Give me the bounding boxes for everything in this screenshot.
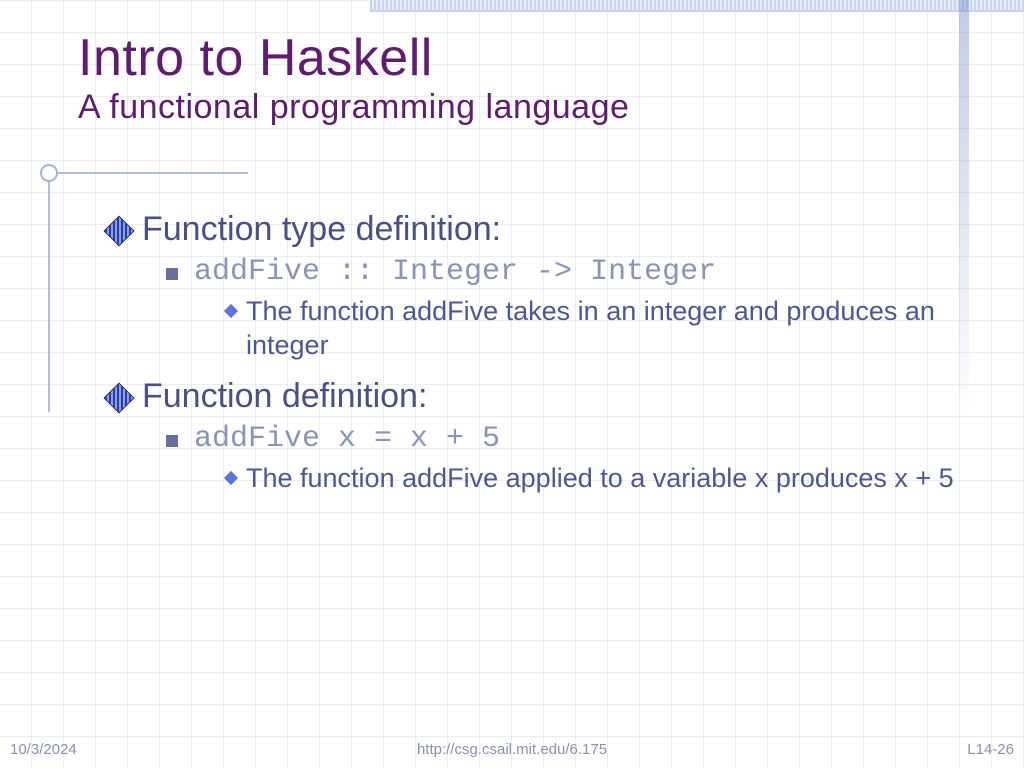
footer-date: 10/3/2024 [10,741,77,758]
bullet-level3: The function addFive takes in an integer… [226,295,964,363]
slide-footer: 10/3/2024 http://csg.csail.mit.edu/6.175… [10,741,1014,758]
bullet-text: The function addFive applied to a variab… [246,462,954,496]
bullet-level2: addFive x = x + 5 [166,422,964,456]
mini-diamond-icon [224,470,238,484]
square-bullet-icon [166,268,178,280]
slide-subtitle: A functional programming language [78,88,629,127]
footer-url: http://csg.csail.mit.edu/6.175 [417,741,607,758]
bullet-text: Function definition: [142,377,427,416]
mini-diamond-icon [224,304,238,318]
bullet-level2: addFive :: Integer -> Integer [166,255,964,289]
slide-body: Function type definition: addFive :: Int… [108,210,964,509]
code-text: addFive x = x + 5 [194,422,500,456]
diamond-bullet-icon [103,382,134,413]
footer-page-number: L14-26 [967,741,1014,758]
bullet-level1: Function definition: [108,377,964,416]
slide-title: Intro to Haskell [78,28,433,88]
bullet-text: Function type definition: [142,210,501,249]
bullet-level3: The function addFive applied to a variab… [226,462,964,496]
diamond-bullet-icon [103,215,134,246]
code-text: addFive :: Integer -> Integer [194,255,716,289]
bullet-text: The function addFive takes in an integer… [246,295,964,363]
square-bullet-icon [166,435,178,447]
top-border-decoration [370,0,1024,12]
bullet-level1: Function type definition: [108,210,964,249]
